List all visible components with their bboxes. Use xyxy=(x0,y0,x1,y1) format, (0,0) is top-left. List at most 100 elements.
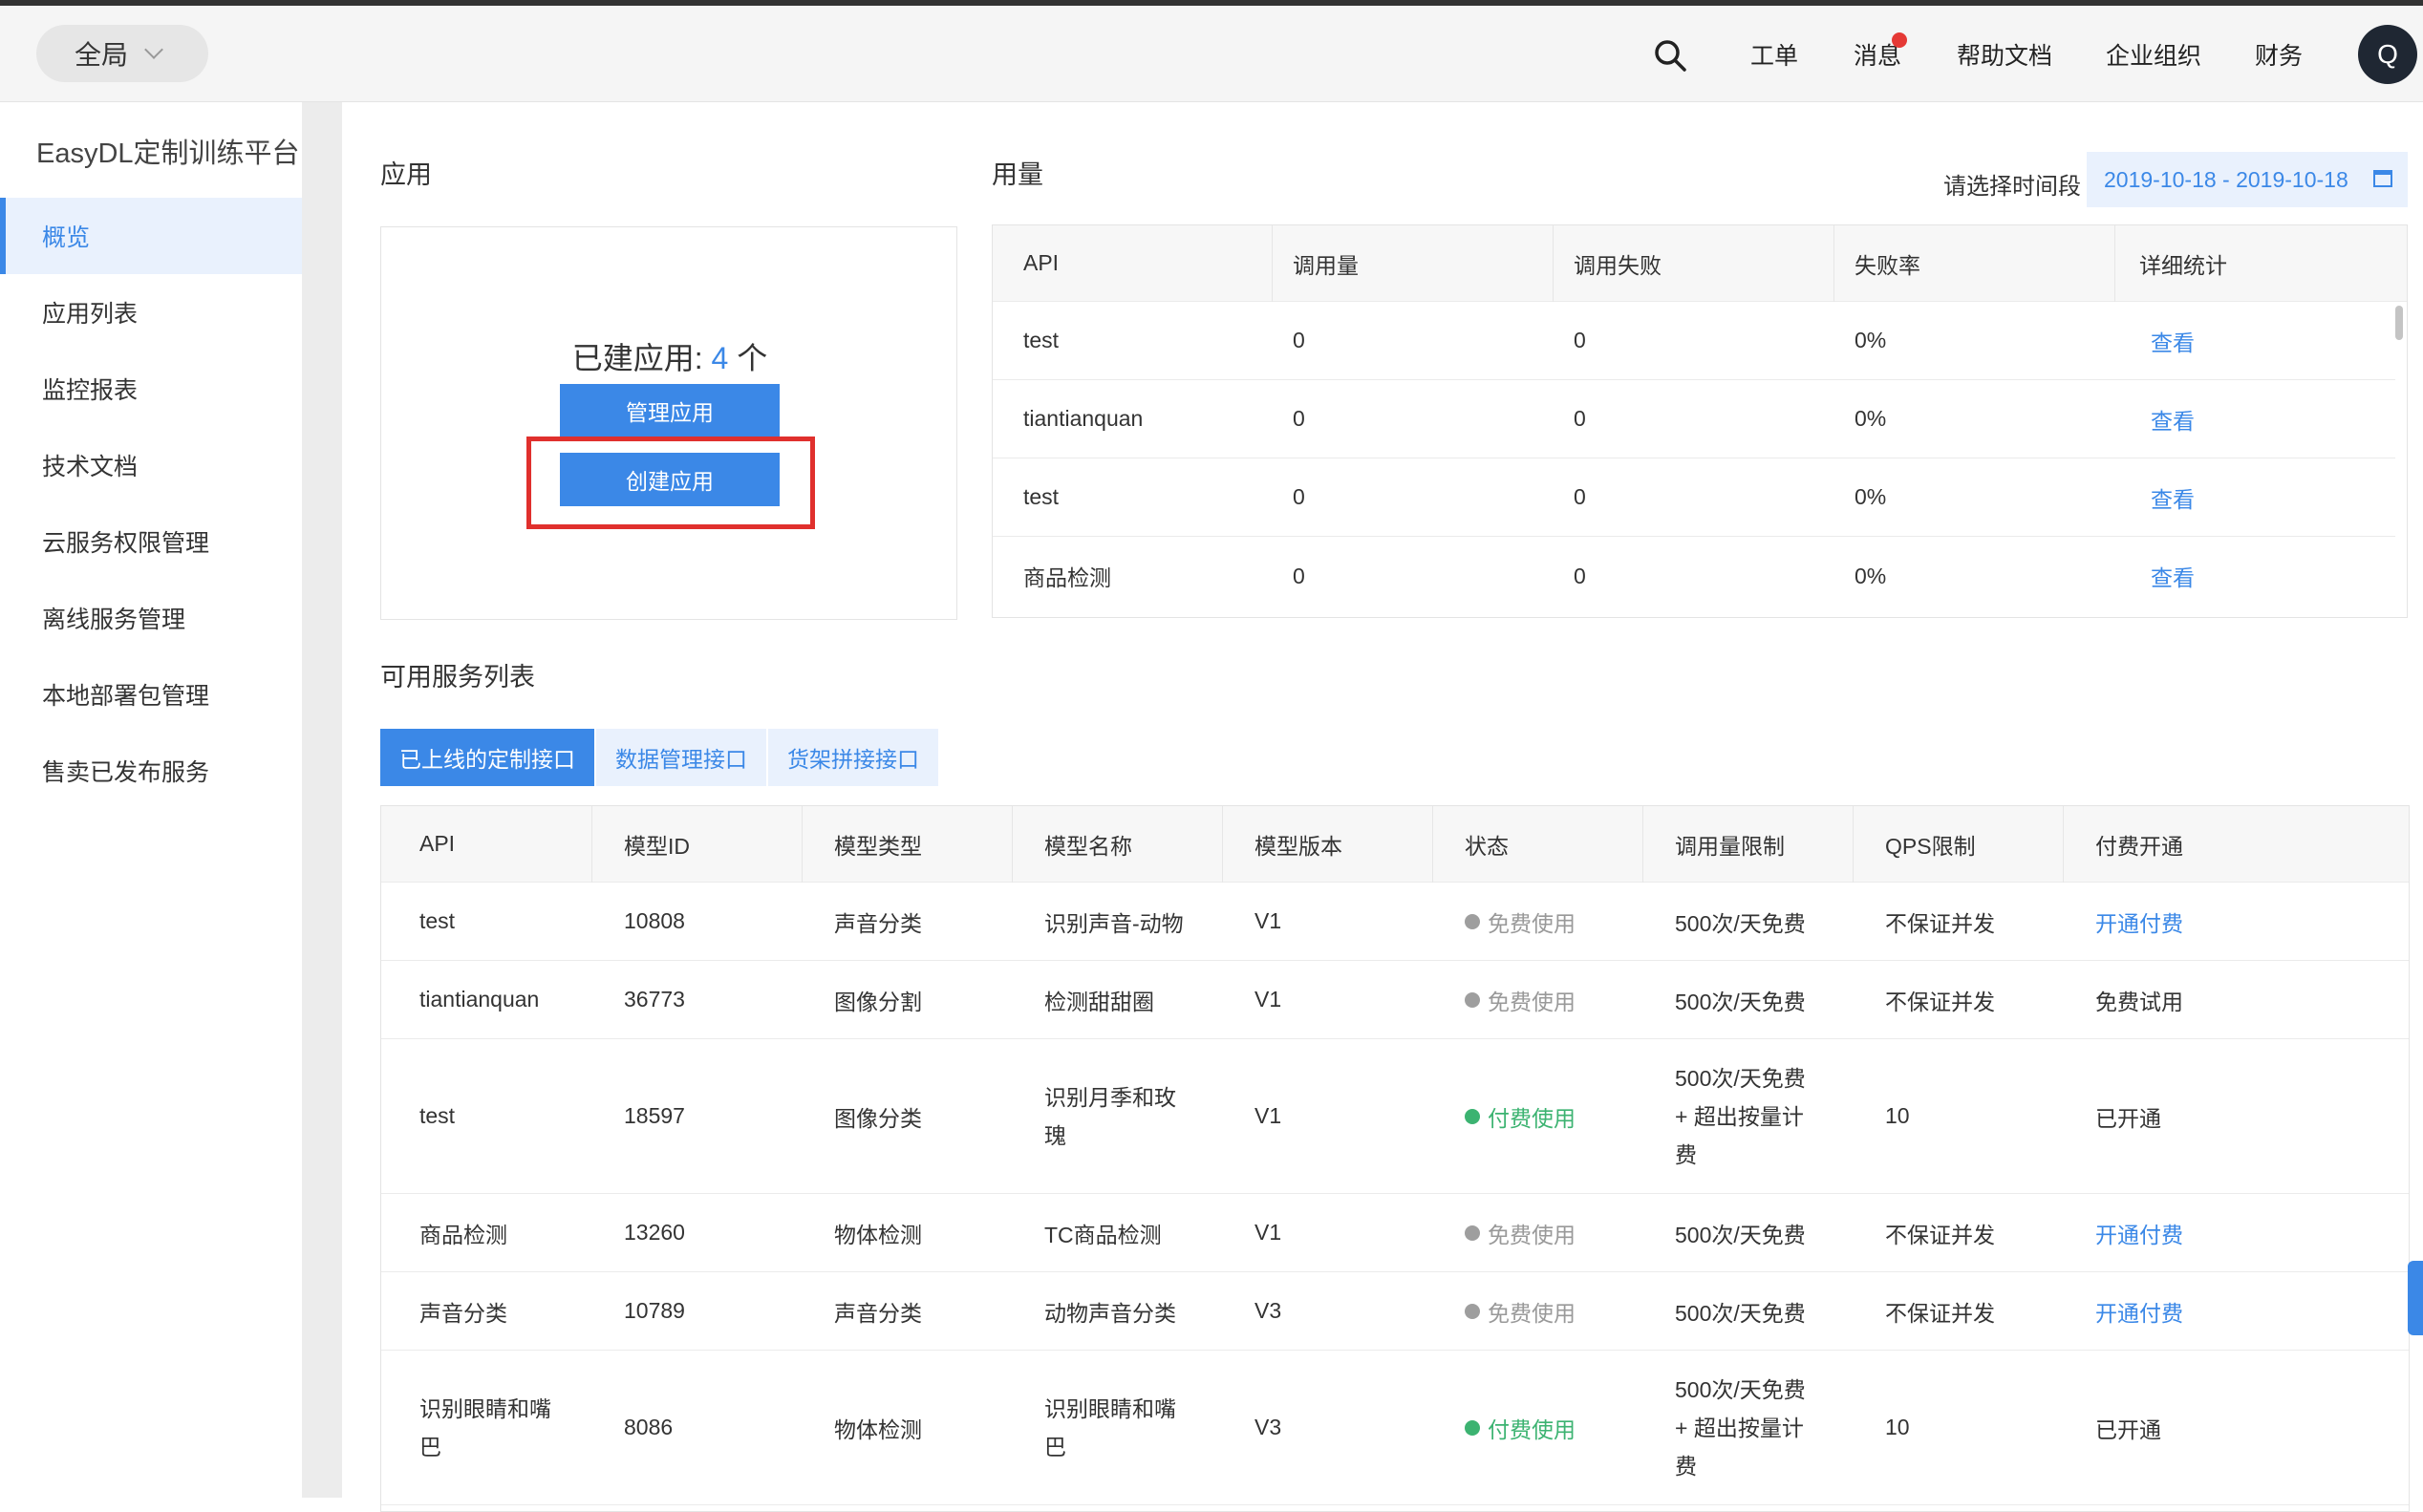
usage-scrollbar[interactable] xyxy=(2395,306,2403,340)
activate-paid-link[interactable]: 开通付费 xyxy=(2095,1194,2183,1271)
limit-line: 500次/天免费 xyxy=(1675,1065,1806,1091)
manage-apps-button[interactable]: 管理应用 xyxy=(560,384,780,437)
usage-api: 商品检测 xyxy=(1023,565,1111,590)
scope-selector[interactable]: 全局 xyxy=(36,25,208,82)
view-detail-link[interactable]: 查看 xyxy=(2151,302,2195,379)
table-row: test 10808 声音分类 识别声音-动物 V1 免费使用 500次/天免费… xyxy=(381,883,2409,961)
calendar-icon xyxy=(2373,170,2392,187)
usage-api: tiantianquan xyxy=(1023,406,1144,431)
usage-fails: 0 xyxy=(1574,328,1586,352)
api-line: 识别眼睛和嘴 xyxy=(419,1395,551,1421)
table-row: tiantianquan 36773 图像分割 检测甜甜圈 V1 免费使用 50… xyxy=(381,961,2409,1039)
limit-line: + 超出按量计 xyxy=(1675,1103,1804,1129)
column-separator xyxy=(1432,806,1433,883)
nav-organization[interactable]: 企业组织 xyxy=(2106,6,2201,102)
svc-model-name: 动物声音分类 xyxy=(1044,1300,1176,1326)
svc-model-version: V1 xyxy=(1254,908,1282,933)
svc-model-name: 识别月季和玫瑰 xyxy=(1044,1039,1176,1193)
svc-model-id: 18597 xyxy=(624,1103,685,1128)
nav-ticket[interactable]: 工单 xyxy=(1750,6,1798,102)
status-text: 付费使用 xyxy=(1488,1105,1576,1131)
activated-label: 已开通 xyxy=(2095,1105,2161,1131)
activate-paid-link[interactable]: 开通付费 xyxy=(2095,883,2183,960)
platform-title: EasyDL定制训练平台 xyxy=(36,138,300,169)
svc-model-name: TC商品检测 xyxy=(1044,1222,1162,1247)
table-row: test 0 0 0% 查看 xyxy=(993,302,2395,380)
usage-rate: 0% xyxy=(1855,563,1887,588)
svc-qps: 不保证并发 xyxy=(1885,1222,1995,1247)
status-text: 免费使用 xyxy=(1488,1222,1576,1247)
svc-model-id: 13260 xyxy=(624,1220,685,1245)
svc-api: 商品检测 xyxy=(419,1222,507,1247)
table-row: 识别眼睛和嘴巴 8086 物体检测 识别眼睛和嘴巴 V3 付费使用 500次/天… xyxy=(381,1351,2409,1505)
services-section-title: 可用服务列表 xyxy=(380,663,535,692)
column-separator xyxy=(1833,225,1834,302)
date-range-picker[interactable]: 2019-10-18 - 2019-10-18 xyxy=(2087,152,2408,207)
avatar[interactable]: Q xyxy=(2358,25,2417,84)
tab-data-management-apis[interactable]: 数据管理接口 xyxy=(596,729,766,786)
sidebar-item-overview[interactable]: 概览 xyxy=(0,198,302,274)
app-section-title: 应用 xyxy=(380,160,432,189)
svc-model-type: 物体检测 xyxy=(834,1222,922,1247)
view-detail-link[interactable]: 查看 xyxy=(2151,537,2195,615)
sidebar-item-offline-services[interactable]: 离线服务管理 xyxy=(0,580,302,656)
column-separator xyxy=(591,806,592,883)
col-api: API xyxy=(419,831,456,856)
column-separator xyxy=(2063,806,2064,883)
view-detail-link[interactable]: 查看 xyxy=(2151,380,2195,458)
svc-qps: 不保证并发 xyxy=(1885,1300,1995,1326)
usage-calls: 0 xyxy=(1293,328,1305,352)
sidebar-item-tech-docs[interactable]: 技术文档 xyxy=(0,427,302,503)
service-tabs: 已上线的定制接口 数据管理接口 货架拼接接口 xyxy=(380,729,940,786)
usage-rate: 0% xyxy=(1855,328,1887,352)
usage-api: test xyxy=(1023,328,1060,352)
nav-messages[interactable]: 消息 xyxy=(1854,6,1901,102)
status-dot-icon xyxy=(1465,1419,1480,1436)
column-separator xyxy=(1272,225,1273,302)
table-row: test 0 0 0% 查看 xyxy=(993,458,2395,537)
sidebar-item-sell-services[interactable]: 售卖已发布服务 xyxy=(0,733,302,809)
name-line: 识别眼睛和嘴 xyxy=(1044,1395,1176,1421)
limit-line: 费 xyxy=(1675,1453,1697,1479)
table-row: test 18597 图像分类 识别月季和玫瑰 V1 付费使用 500次/天免费… xyxy=(381,1039,2409,1194)
status-text: 付费使用 xyxy=(1488,1416,1576,1442)
scope-label: 全局 xyxy=(75,40,129,70)
svc-model-id: 10789 xyxy=(624,1298,685,1323)
svc-api: 声音分类 xyxy=(419,1300,507,1326)
usage-fails: 0 xyxy=(1574,484,1586,509)
sidebar-item-app-list[interactable]: 应用列表 xyxy=(0,274,302,351)
sidebar-item-cloud-permissions[interactable]: 云服务权限管理 xyxy=(0,503,302,580)
activate-paid-link[interactable]: 开通付费 xyxy=(2095,1272,2183,1350)
sidebar-item-local-packages[interactable]: 本地部署包管理 xyxy=(0,656,302,733)
message-notification-dot xyxy=(1892,32,1907,48)
limit-line: 500次/天免费 xyxy=(1675,1376,1806,1402)
status-text: 免费使用 xyxy=(1488,910,1576,936)
nav-finance[interactable]: 财务 xyxy=(2255,6,2303,102)
sidebar-item-monitoring[interactable]: 监控报表 xyxy=(0,351,302,427)
floating-feedback-tab[interactable] xyxy=(2408,1261,2423,1335)
usage-section-title: 用量 xyxy=(992,160,1043,189)
view-detail-link[interactable]: 查看 xyxy=(2151,458,2195,536)
app-count-label: 已建应用: xyxy=(571,341,712,375)
chevron-down-icon xyxy=(144,40,163,59)
nav-help-docs[interactable]: 帮助文档 xyxy=(1957,6,2052,102)
status-text: 免费使用 xyxy=(1488,989,1576,1014)
status-dot-icon xyxy=(1465,913,1480,929)
svc-model-type: 图像分类 xyxy=(834,1105,922,1131)
svc-api: test xyxy=(419,908,456,933)
usage-calls: 0 xyxy=(1293,406,1305,431)
svc-model-version: V1 xyxy=(1254,1220,1282,1245)
col-status: 状态 xyxy=(1465,833,1509,859)
usage-col-rate: 失败率 xyxy=(1855,252,1920,278)
tab-custom-apis[interactable]: 已上线的定制接口 xyxy=(380,729,594,786)
col-model-version: 模型版本 xyxy=(1254,833,1342,859)
tab-shelf-stitching-apis[interactable]: 货架拼接接口 xyxy=(768,729,938,786)
search-icon[interactable] xyxy=(1653,38,1687,73)
table-row: 商品检测 0 0 0% 查看 xyxy=(993,537,2395,615)
col-call-limit: 调用量限制 xyxy=(1675,833,1785,859)
svc-model-type: 声音分类 xyxy=(834,910,922,936)
date-range-value: 2019-10-18 - 2019-10-18 xyxy=(2104,166,2348,192)
table-row: 商品检测 13260 物体检测 TC商品检测 V1 免费使用 500次/天免费 … xyxy=(381,1194,2409,1272)
top-header: 全局 工单 消息 帮助文档 企业组织 财务 Q xyxy=(0,6,2423,102)
app-count: 已建应用: 4 个 xyxy=(381,334,958,378)
